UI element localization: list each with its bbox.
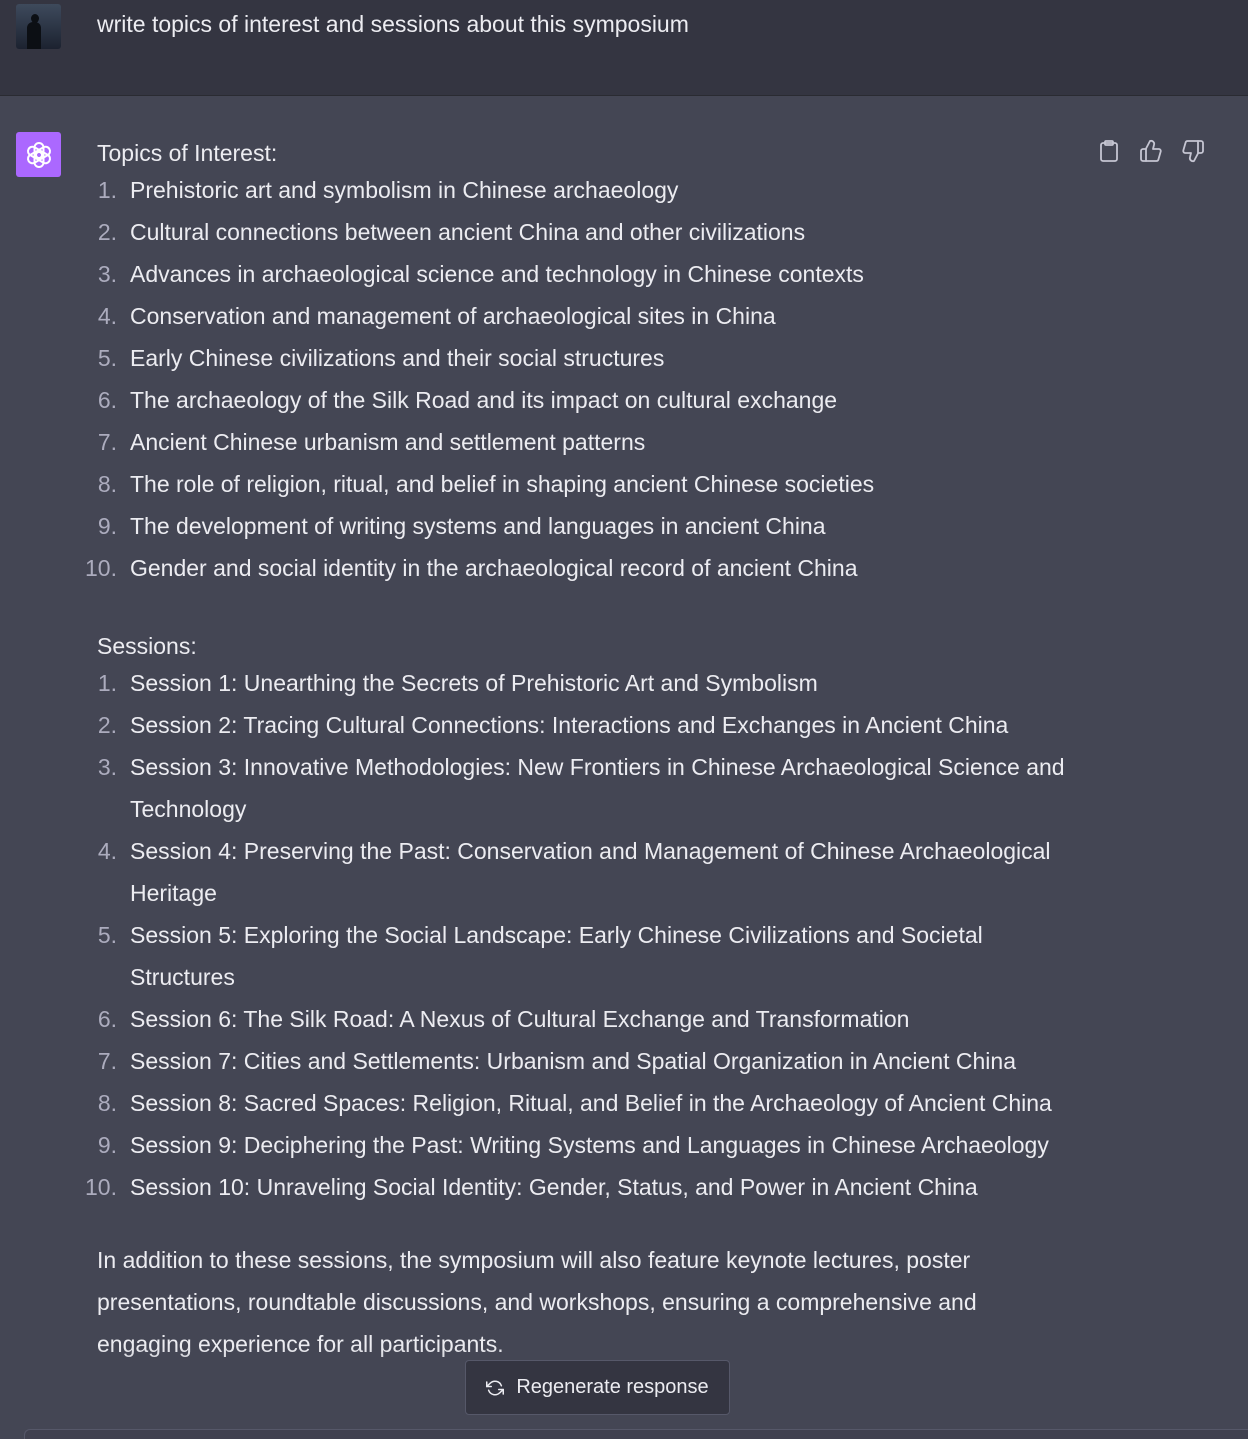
list-item-text: Session 6: The Silk Road: A Nexus of Cul… xyxy=(130,1006,910,1032)
list-item-text: Session 10: Unraveling Social Identity: … xyxy=(130,1174,978,1200)
sessions-list: 1. Session 1: Unearthing the Secrets of P… xyxy=(85,662,1097,1208)
session-list-item: 2. Session 2: Tracing Cultural Connection… xyxy=(97,704,1090,746)
topic-list-item: 8. The role of religion, ritual, and beli… xyxy=(97,463,1097,505)
session-list-item: 3. Session 3: Innovative Methodologies: N… xyxy=(97,746,1090,830)
list-item-text: Session 1: Unearthing the Secrets of Pre… xyxy=(130,670,818,696)
thumbs-up-icon xyxy=(1140,139,1162,162)
session-list-item: 1. Session 1: Unearthing the Secrets of P… xyxy=(97,662,1090,704)
sessions-heading: Sessions: xyxy=(97,633,197,659)
regenerate-response-button[interactable]: Regenerate response xyxy=(465,1360,730,1415)
topic-list-item: 3. Advances in archaeological science and… xyxy=(97,253,1097,295)
list-item-number: 3. xyxy=(97,754,117,780)
user-message-row: write topics of interest and sessions ab… xyxy=(0,0,1248,96)
list-item-number: 2. xyxy=(97,219,117,245)
session-list-item: 10. Session 10: Unraveling Social Identit… xyxy=(85,1166,1090,1208)
refresh-icon xyxy=(486,1380,505,1395)
thumbs-down-icon xyxy=(1182,140,1204,163)
session-list-item: 9. Session 9: Deciphering the Past: Writi… xyxy=(97,1124,1090,1166)
list-item-text: Session 8: Sacred Spaces: Religion, Ritu… xyxy=(130,1090,1052,1116)
topics-heading: Topics of Interest: xyxy=(97,140,278,166)
list-item-text: Session 3: Innovative Methodologies: New… xyxy=(130,754,1065,822)
session-list-item: 8. Session 8: Sacred Spaces: Religion, Ri… xyxy=(97,1082,1090,1124)
list-item-number: 6. xyxy=(97,1006,117,1032)
list-item-text: Session 5: Exploring the Social Landscap… xyxy=(130,922,983,990)
user-avatar xyxy=(16,4,61,49)
openai-logo-icon xyxy=(26,141,51,168)
list-item-number: 8. xyxy=(97,471,117,497)
topic-list-item: 9. The development of writing systems and… xyxy=(97,505,1097,547)
topic-list-item: 5. Early Chinese civilizations and their … xyxy=(97,337,1097,379)
list-item-number: 7. xyxy=(97,429,117,455)
thumbs-up-button[interactable] xyxy=(1136,136,1166,166)
list-item-text: Session 9: Deciphering the Past: Writing… xyxy=(130,1132,1049,1158)
list-item-text: Session 7: Cities and Settlements: Urban… xyxy=(130,1048,1016,1074)
list-item-text: The role of religion, ritual, and belief… xyxy=(130,471,875,497)
list-item-text: Prehistoric art and symbolism in Chinese… xyxy=(130,177,679,203)
message-actions xyxy=(1094,136,1208,166)
assistant-avatar xyxy=(16,132,61,177)
list-item-number: 9. xyxy=(97,513,117,539)
topic-list-item: 10. Gender and social identity in the arc… xyxy=(85,547,1097,589)
topic-list-item: 2. Cultural connections between ancient C… xyxy=(97,211,1097,253)
list-item-text: The development of writing systems and l… xyxy=(130,513,826,539)
list-item-text: Conservation and management of archaeolo… xyxy=(130,303,776,329)
list-item-text: Session 4: Preserving the Past: Conserva… xyxy=(130,838,1051,906)
list-item-number: 10. xyxy=(85,1174,117,1200)
list-item-number: 3. xyxy=(97,261,117,287)
list-item-text: Early Chinese civilizations and their so… xyxy=(130,345,665,371)
list-item-text: Gender and social identity in the archae… xyxy=(130,555,858,581)
session-list-item: 6. Session 6: The Silk Road: A Nexus of C… xyxy=(97,998,1090,1040)
session-list-item: 7. Session 7: Cities and Settlements: Urb… xyxy=(97,1040,1090,1082)
list-item-text: Advances in archaeological science and t… xyxy=(130,261,864,287)
list-item-text: Session 2: Tracing Cultural Connections:… xyxy=(130,712,1009,738)
copy-button[interactable] xyxy=(1094,136,1124,166)
list-item-number: 1. xyxy=(97,177,117,203)
user-message-text: write topics of interest and sessions ab… xyxy=(97,11,689,37)
list-item-text: Cultural connections between ancient Chi… xyxy=(130,219,806,245)
topic-list-item: 1. Prehistoric art and symbolism in Chine… xyxy=(97,169,1097,211)
clipboard-icon xyxy=(1100,140,1118,162)
topic-list-item: 7. Ancient Chinese urbanism and settlemen… xyxy=(97,421,1097,463)
list-item-number: 7. xyxy=(97,1048,117,1074)
list-item-number: 4. xyxy=(97,303,117,329)
session-list-item: 4. Session 4: Preserving the Past: Conser… xyxy=(97,830,1090,914)
list-item-text: Ancient Chinese urbanism and settlement … xyxy=(130,429,646,455)
list-item-number: 10. xyxy=(85,555,117,581)
list-item-number: 5. xyxy=(97,345,117,371)
avatar-figure-body xyxy=(27,22,41,49)
session-list-item: 5. Session 5: Exploring the Social Landsc… xyxy=(97,914,1090,998)
list-item-text: The archaeology of the Silk Road and its… xyxy=(130,387,838,413)
closing-paragraph: In addition to these sessions, the sympo… xyxy=(97,1247,977,1357)
assistant-message-content: Topics of Interest: 1. Prehistoric art an… xyxy=(85,137,1097,1388)
topics-list: 1. Prehistoric art and symbolism in Chine… xyxy=(85,169,1097,589)
list-item-number: 6. xyxy=(97,387,117,413)
topic-list-item: 6. The archaeology of the Silk Road and i… xyxy=(97,379,1097,421)
list-item-number: 9. xyxy=(97,1132,117,1158)
list-item-number: 1. xyxy=(97,670,117,696)
list-item-number: 4. xyxy=(97,838,117,864)
list-item-number: 8. xyxy=(97,1090,117,1116)
regenerate-label: Regenerate response xyxy=(516,1376,709,1398)
topic-list-item: 4. Conservation and management of archaeo… xyxy=(97,295,1097,337)
thumbs-down-button[interactable] xyxy=(1178,136,1208,166)
list-item-number: 5. xyxy=(97,922,117,948)
list-item-number: 2. xyxy=(97,712,117,738)
